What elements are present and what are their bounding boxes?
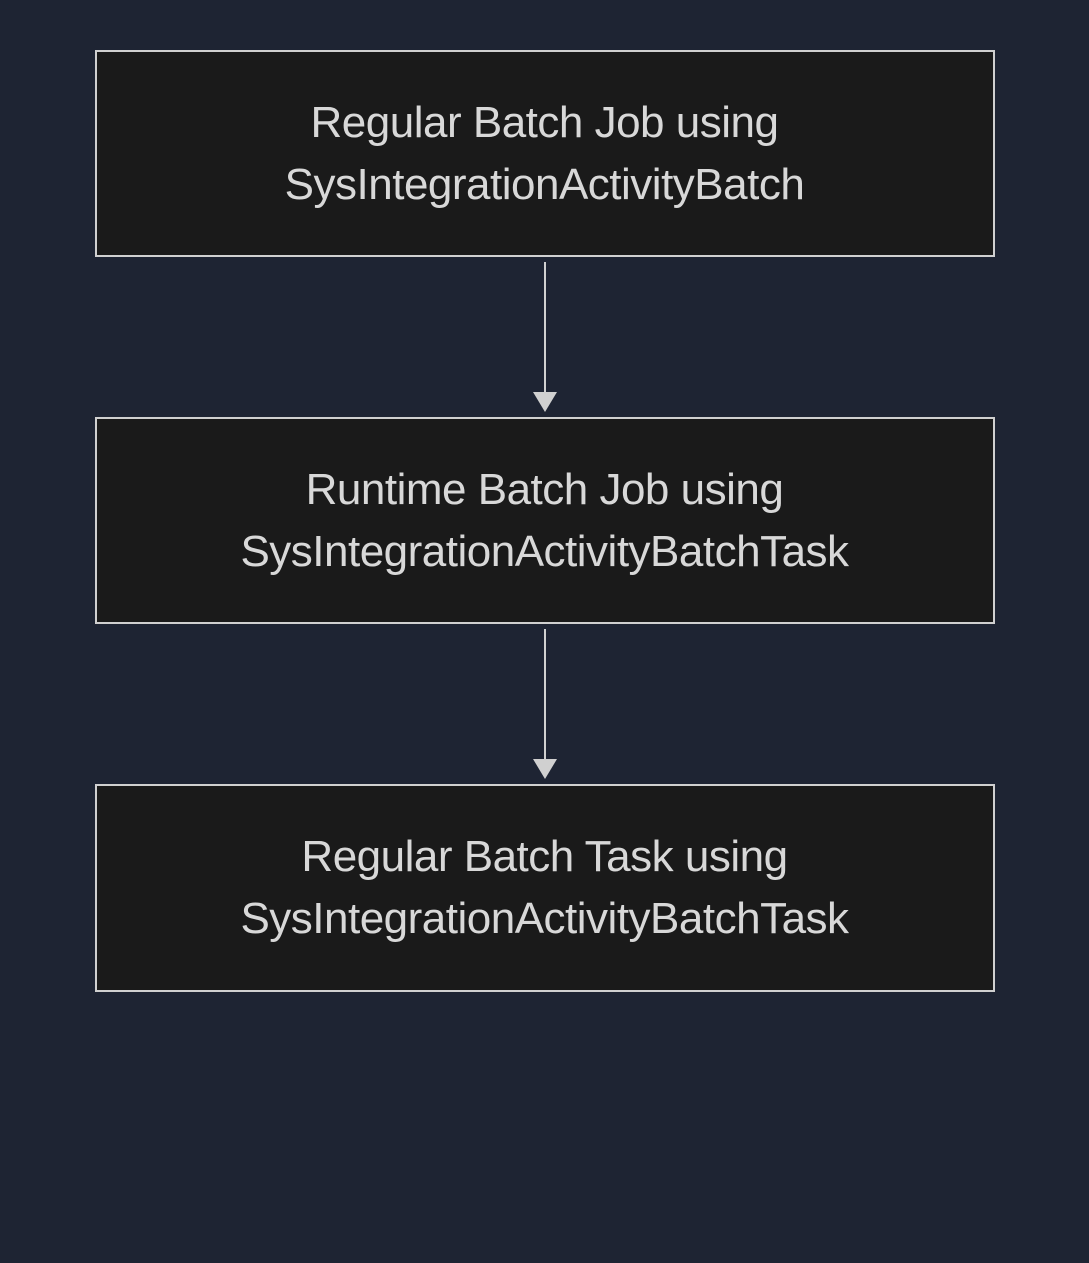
node-1-line1: Regular Batch Job using [311,98,779,147]
node-2-text: Runtime Batch Job using SysIntegrationAc… [240,459,848,582]
arrow-down-icon [533,759,557,779]
node-3-line1: Regular Batch Task using [301,832,787,881]
node-1-line2: SysIntegrationActivityBatch [285,160,805,209]
arrow-1-line [544,262,546,392]
diagram-node-3: Regular Batch Task using SysIntegrationA… [95,784,995,991]
arrow-down-icon [533,392,557,412]
node-2-line2: SysIntegrationActivityBatchTask [240,527,848,576]
diagram-node-1: Regular Batch Job using SysIntegrationAc… [95,50,995,257]
node-3-line2: SysIntegrationActivityBatchTask [240,894,848,943]
arrow-2-line [544,629,546,759]
diagram-node-2: Runtime Batch Job using SysIntegrationAc… [95,417,995,624]
arrow-1 [533,257,557,417]
node-1-text: Regular Batch Job using SysIntegrationAc… [285,92,805,215]
node-2-line1: Runtime Batch Job using [306,465,784,514]
arrow-2 [533,624,557,784]
node-3-text: Regular Batch Task using SysIntegrationA… [240,826,848,949]
